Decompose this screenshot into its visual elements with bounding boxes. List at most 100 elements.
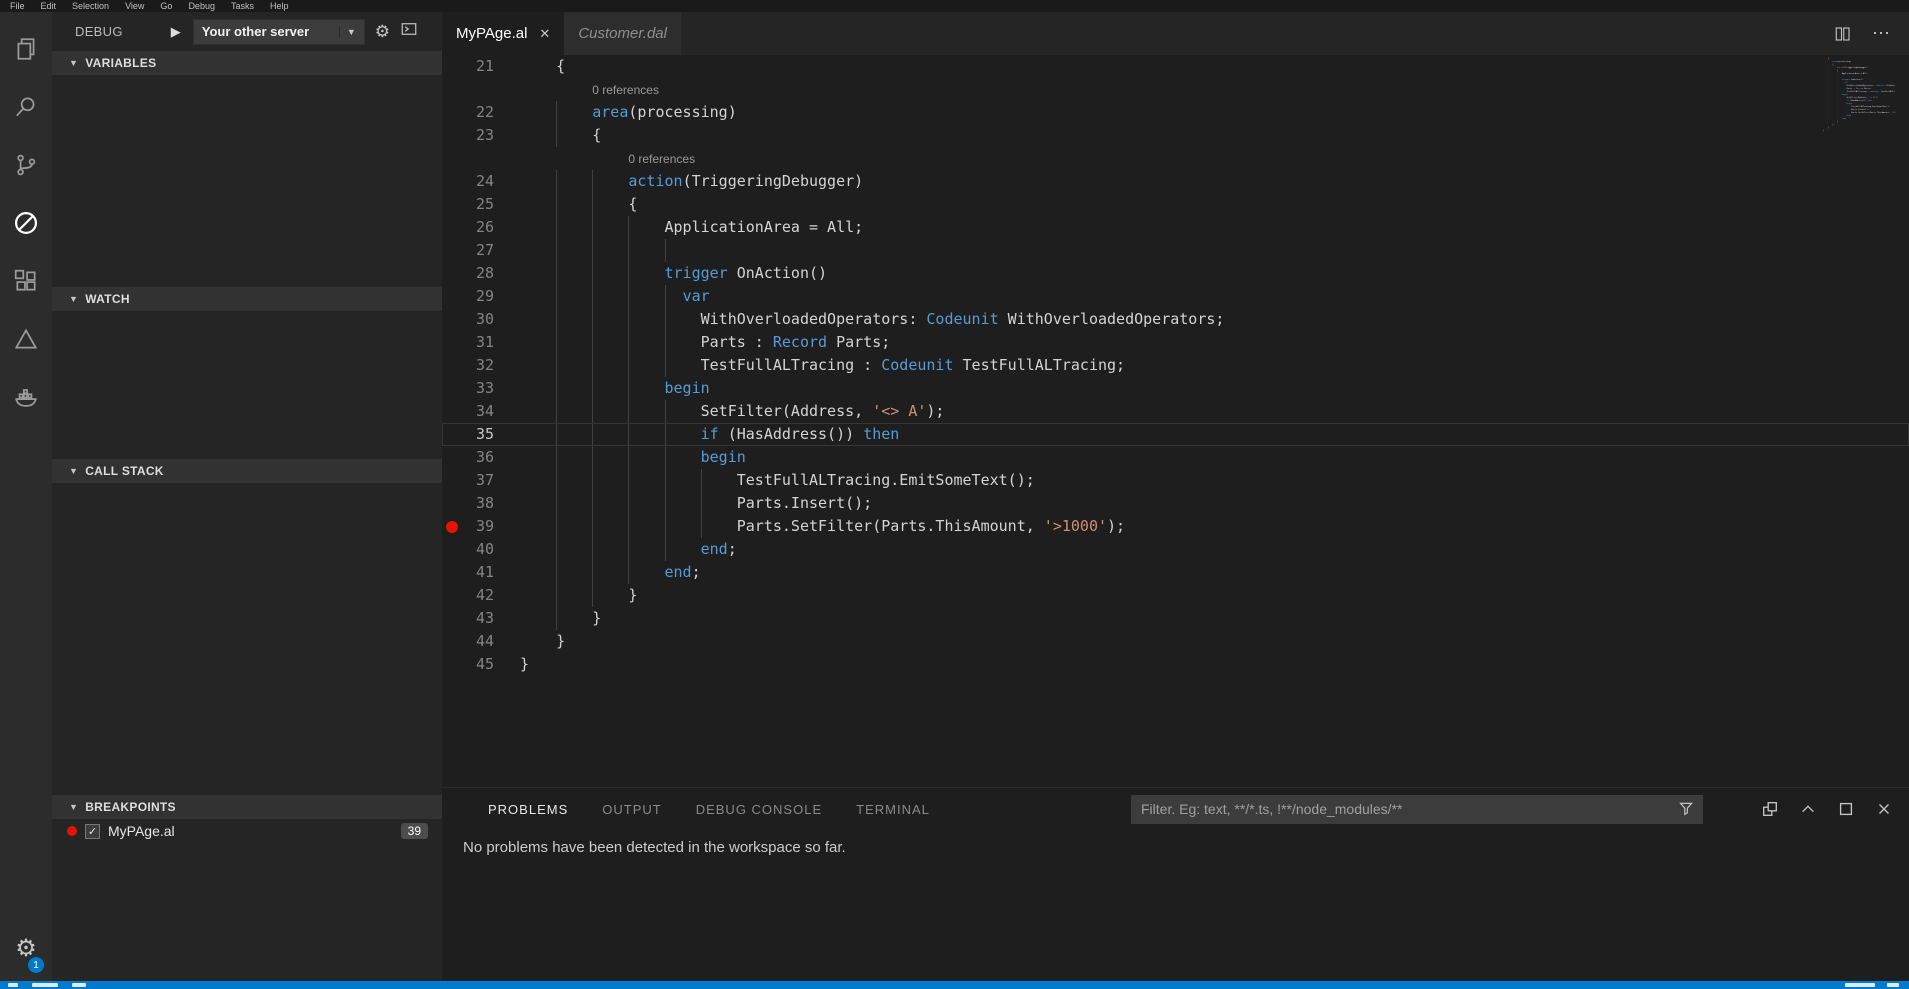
code-line-36[interactable]: 36 begin bbox=[442, 446, 1909, 469]
breakpoint-margin[interactable] bbox=[442, 400, 462, 423]
breakpoint-margin[interactable] bbox=[442, 446, 462, 469]
code-line-31[interactable]: 31 Parts : Record Parts; bbox=[442, 331, 1909, 354]
line-number[interactable]: 42 bbox=[462, 584, 494, 607]
panel-maximize-icon[interactable] bbox=[1799, 800, 1817, 818]
status-bar-item[interactable] bbox=[1887, 983, 1899, 987]
breakpoint-margin[interactable] bbox=[442, 561, 462, 584]
breakpoint-margin[interactable] bbox=[442, 469, 462, 492]
panel-split-icon[interactable] bbox=[1761, 800, 1779, 818]
code-line-32[interactable]: 32 TestFullALTracing : Codeunit TestFull… bbox=[442, 354, 1909, 377]
code-line-29[interactable]: 29 var bbox=[442, 285, 1909, 308]
panel-close-icon[interactable] bbox=[1875, 800, 1893, 818]
codelens-references[interactable]: 0 references bbox=[592, 83, 659, 97]
more-actions-icon[interactable]: ⋯ bbox=[1872, 23, 1891, 44]
code-line-34[interactable]: 34 SetFilter(Address, '<> A'); bbox=[442, 400, 1909, 423]
code-line-25[interactable]: 25 { bbox=[442, 193, 1909, 216]
breakpoint-dot[interactable] bbox=[442, 515, 462, 538]
line-number[interactable]: 32 bbox=[462, 354, 494, 377]
debug-configuration-select[interactable]: Your other server ▼ bbox=[193, 19, 365, 45]
line-number[interactable]: 34 bbox=[462, 400, 494, 423]
code-line-45[interactable]: 45} bbox=[1823, 129, 1895, 132]
panel-restore-icon[interactable] bbox=[1837, 800, 1855, 818]
breakpoint-margin[interactable] bbox=[442, 216, 462, 239]
code-line-39[interactable]: 39 Parts.SetFilter(Parts.ThisAmount, '>1… bbox=[442, 515, 1909, 538]
section-header-breakpoints[interactable]: ▼ BREAKPOINTS bbox=[52, 795, 442, 819]
filter-funnel-icon[interactable] bbox=[1678, 800, 1695, 822]
line-number[interactable]: 26 bbox=[462, 216, 494, 239]
status-bar-item[interactable] bbox=[72, 983, 86, 987]
close-tab-icon[interactable]: ✕ bbox=[539, 26, 550, 42]
line-number[interactable]: 35 bbox=[462, 423, 494, 446]
breakpoint-margin[interactable] bbox=[442, 538, 462, 561]
tab-debug-console[interactable]: DEBUG CONSOLE bbox=[696, 802, 822, 817]
problems-filter-input[interactable] bbox=[1131, 795, 1703, 824]
code-line-37[interactable]: 37 TestFullALTracing.EmitSomeText(); bbox=[442, 469, 1909, 492]
breakpoint-margin[interactable] bbox=[442, 101, 462, 124]
line-number[interactable]: 27 bbox=[462, 239, 494, 262]
source-control-icon[interactable] bbox=[0, 136, 52, 194]
line-number[interactable]: 29 bbox=[462, 285, 494, 308]
breakpoint-margin[interactable] bbox=[442, 653, 462, 676]
line-number[interactable]: 45 bbox=[462, 653, 494, 676]
line-number[interactable]: 37 bbox=[462, 469, 494, 492]
breakpoint-margin[interactable] bbox=[442, 423, 462, 446]
line-number[interactable]: 24 bbox=[462, 170, 494, 193]
code-editor[interactable]: 21 { 0 references22 area(processing)23 {… bbox=[442, 55, 1909, 787]
line-number[interactable]: 23 bbox=[462, 124, 494, 147]
code-line-43[interactable]: 43 } bbox=[442, 607, 1909, 630]
code-line-41[interactable]: 41 end; bbox=[442, 561, 1909, 584]
breakpoint-margin[interactable] bbox=[442, 492, 462, 515]
code-line-35[interactable]: 35 if (HasAddress()) then bbox=[442, 423, 1909, 446]
line-number[interactable]: 44 bbox=[462, 630, 494, 653]
docker-icon[interactable] bbox=[0, 368, 52, 426]
code-line-30[interactable]: 30 WithOverloadedOperators: Codeunit Wit… bbox=[442, 308, 1909, 331]
tab-terminal[interactable]: TERMINAL bbox=[856, 802, 930, 817]
al-extension-icon[interactable] bbox=[0, 310, 52, 368]
line-number[interactable]: 33 bbox=[462, 377, 494, 400]
line-number[interactable]: 21 bbox=[462, 55, 494, 78]
line-number[interactable]: 43 bbox=[462, 607, 494, 630]
code-line-23[interactable]: 23 { bbox=[442, 124, 1909, 147]
code-line-22[interactable]: 22 area(processing) bbox=[442, 101, 1909, 124]
breakpoint-margin[interactable] bbox=[442, 607, 462, 630]
split-editor-icon[interactable] bbox=[1834, 25, 1852, 43]
code-line-42[interactable]: 42 } bbox=[442, 584, 1909, 607]
breakpoint-checkbox[interactable]: ✓ bbox=[85, 824, 100, 839]
menu-debug[interactable]: Debug bbox=[188, 1, 215, 11]
line-number[interactable]: 22 bbox=[462, 101, 494, 124]
menu-tasks[interactable]: Tasks bbox=[231, 1, 254, 11]
section-header-watch[interactable]: ▼ WATCH bbox=[52, 287, 442, 311]
breakpoint-margin[interactable] bbox=[442, 239, 462, 262]
breakpoint-margin[interactable] bbox=[442, 308, 462, 331]
breakpoint-margin[interactable] bbox=[442, 170, 462, 193]
status-bar-item[interactable] bbox=[1845, 983, 1875, 987]
code-line-28[interactable]: 28 trigger OnAction() bbox=[442, 262, 1909, 285]
breakpoint-margin[interactable] bbox=[442, 262, 462, 285]
code-line-33[interactable]: 33 begin bbox=[442, 377, 1909, 400]
code-line-26[interactable]: 26 ApplicationArea = All; bbox=[442, 216, 1909, 239]
line-number[interactable]: 30 bbox=[462, 308, 494, 331]
debug-settings-gear-icon[interactable]: ⚙ bbox=[375, 23, 390, 40]
menu-go[interactable]: Go bbox=[160, 1, 172, 11]
menu-edit[interactable]: Edit bbox=[41, 1, 57, 11]
line-number[interactable]: 39 bbox=[462, 515, 494, 538]
code-line-40[interactable]: 40 end; bbox=[442, 538, 1909, 561]
code-line-24[interactable]: 24 action(TriggeringDebugger) bbox=[442, 170, 1909, 193]
section-header-variables[interactable]: ▼ VARIABLES bbox=[52, 51, 442, 75]
explorer-icon[interactable] bbox=[0, 20, 52, 78]
line-number[interactable]: 25 bbox=[462, 193, 494, 216]
breakpoint-margin[interactable] bbox=[442, 354, 462, 377]
breakpoint-margin[interactable] bbox=[442, 285, 462, 308]
debug-icon[interactable] bbox=[0, 194, 52, 252]
breakpoint-margin[interactable] bbox=[442, 55, 462, 78]
code-line-45[interactable]: 45} bbox=[442, 653, 1909, 676]
line-number[interactable]: 40 bbox=[462, 538, 494, 561]
menu-selection[interactable]: Selection bbox=[72, 1, 109, 11]
menu-help[interactable]: Help bbox=[270, 1, 289, 11]
line-number[interactable]: 38 bbox=[462, 492, 494, 515]
tab-mypage-al[interactable]: MyPAge.al ✕ bbox=[442, 12, 564, 55]
code-line-38[interactable]: 38 Parts.Insert(); bbox=[442, 492, 1909, 515]
line-number[interactable]: 28 bbox=[462, 262, 494, 285]
breakpoint-margin[interactable] bbox=[442, 193, 462, 216]
status-bar-item[interactable] bbox=[32, 983, 58, 987]
